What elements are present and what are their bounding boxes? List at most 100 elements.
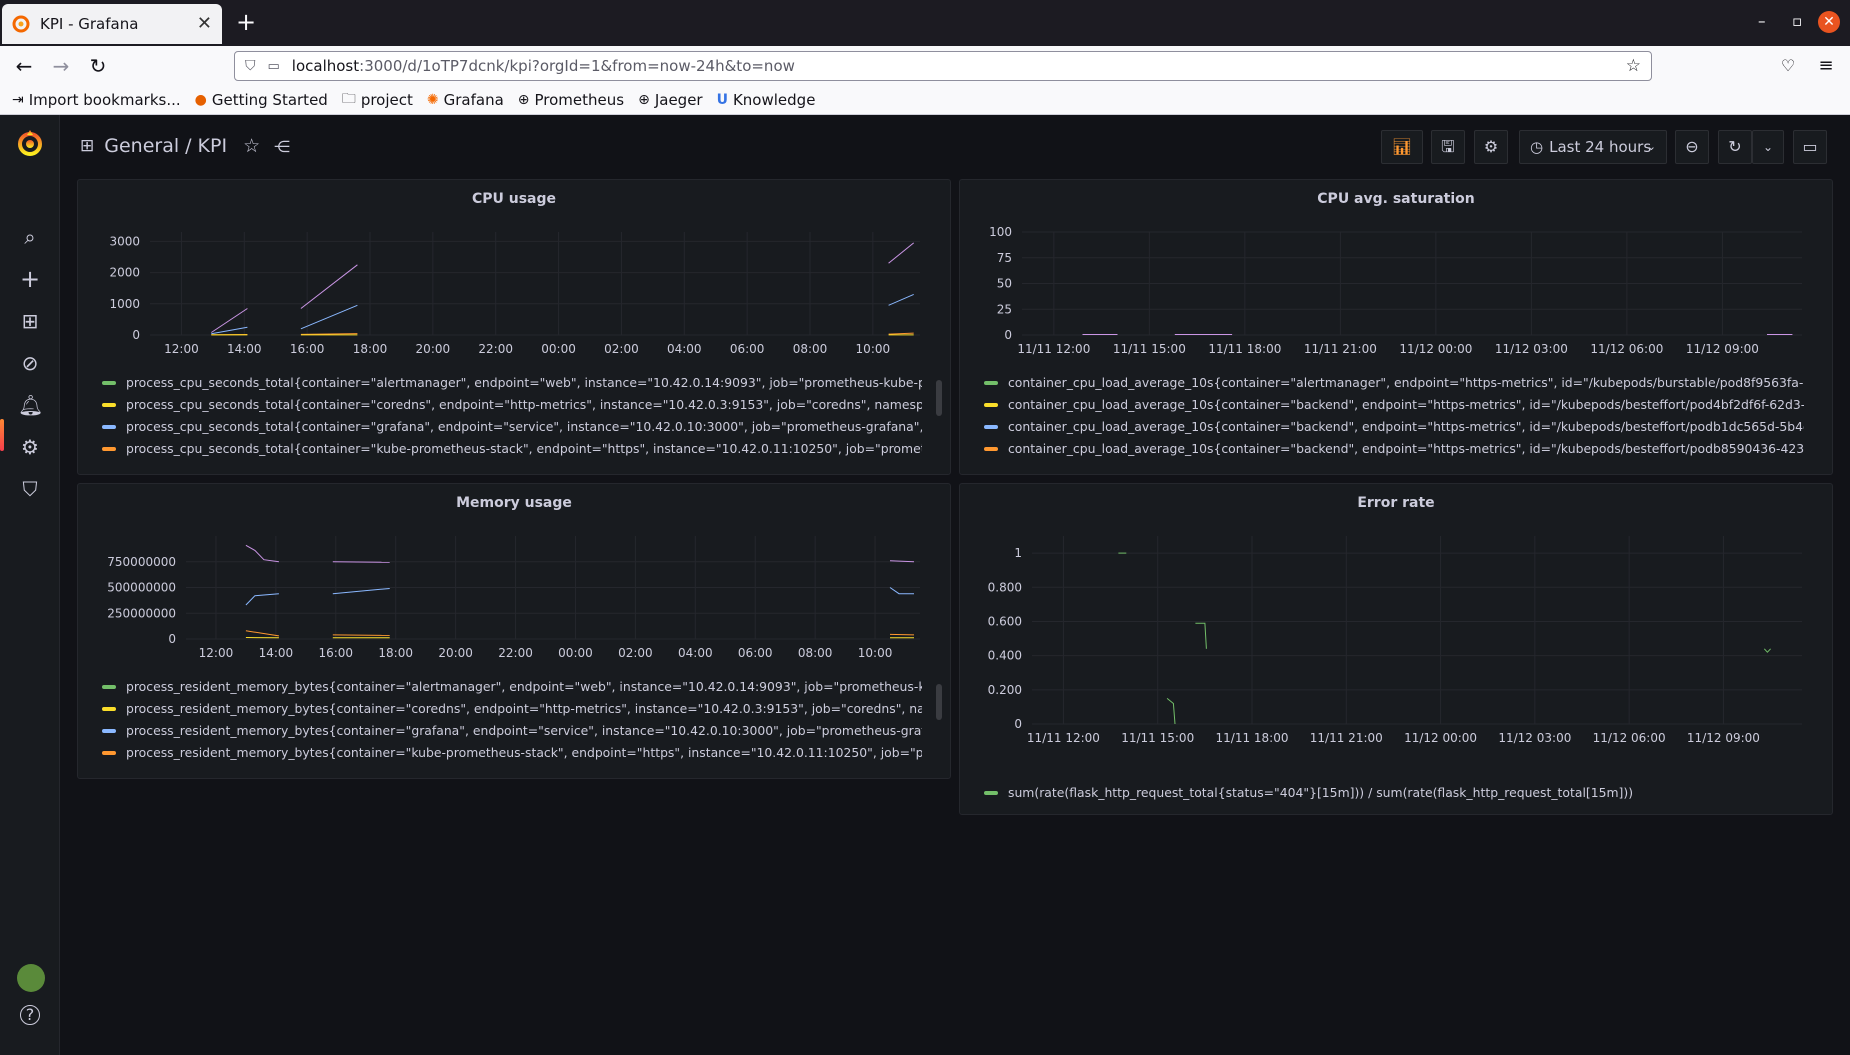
- app-menu-icon[interactable]: ≡: [1814, 54, 1838, 78]
- page-icon: ▭: [267, 58, 280, 74]
- clock-icon: ◷: [1530, 138, 1544, 156]
- create-icon[interactable]: +: [18, 267, 42, 291]
- time-picker-button[interactable]: ◷ Last 24 hours ⌄: [1519, 130, 1667, 164]
- y-tick-label: 100: [989, 225, 1012, 239]
- alerting-icon[interactable]: 🔔︎: [18, 393, 43, 417]
- configuration-icon[interactable]: ⚙: [18, 435, 42, 459]
- search-icon[interactable]: ⌕: [18, 225, 42, 249]
- avatar[interactable]: [17, 964, 45, 992]
- x-tick-label: 11/11 21:00: [1304, 342, 1377, 356]
- refresh-interval-dropdown[interactable]: ⌄: [1752, 130, 1784, 164]
- x-tick-label: 11/11 12:00: [1017, 342, 1090, 356]
- bookmark-grafana[interactable]: ✺ Grafana: [427, 91, 504, 109]
- restore-icon[interactable]: ▫: [1792, 12, 1802, 30]
- zoom-out-button[interactable]: ⊖: [1675, 130, 1709, 164]
- legend-item[interactable]: process_resident_memory_bytes{container=…: [102, 742, 922, 764]
- legend-item[interactable]: process_cpu_seconds_total{container="kub…: [102, 438, 922, 460]
- panel-title[interactable]: Memory usage: [78, 495, 950, 511]
- legend-item[interactable]: process_resident_memory_bytes{container=…: [102, 698, 922, 720]
- x-tick-label: 11/12 09:00: [1687, 731, 1760, 745]
- series-swatch: [102, 707, 116, 711]
- forward-icon[interactable]: →: [49, 54, 73, 78]
- bookmark-knowledge[interactable]: U Knowledge: [717, 91, 816, 109]
- save-dashboard-button[interactable]: 🖫: [1431, 130, 1465, 164]
- x-tick-label: 11/12 00:00: [1399, 342, 1472, 356]
- series-line: [245, 630, 279, 637]
- legend-item[interactable]: container_cpu_load_average_10s{container…: [984, 372, 1804, 394]
- legend-scrollbar[interactable]: [936, 684, 942, 720]
- x-tick-label: 20:00: [416, 342, 451, 356]
- bookmark-getting-started[interactable]: ● Getting Started: [195, 91, 328, 109]
- time-range-label: Last 24 hours: [1549, 138, 1652, 156]
- panel-title[interactable]: Error rate: [960, 495, 1832, 511]
- active-indicator: [0, 419, 4, 451]
- url-host: localhost: [291, 57, 360, 75]
- legend-item[interactable]: process_cpu_seconds_total{container="gra…: [102, 416, 922, 438]
- bookmark-import[interactable]: ⇥ Import bookmarks...: [12, 91, 181, 109]
- legend-item[interactable]: sum(rate(flask_http_request_total{status…: [984, 782, 1804, 804]
- close-tab-icon[interactable]: ✕: [197, 13, 212, 34]
- window-close-icon[interactable]: ✕: [1818, 11, 1840, 33]
- bookmark-star-icon[interactable]: ☆: [1626, 56, 1641, 76]
- y-tick-label: 0: [1004, 328, 1012, 342]
- cpu-saturation-chart: 0 25 50 75 100 11/11 12:00 11/11 15:00 11/11 18…: [989, 225, 1802, 356]
- panel-title[interactable]: CPU avg. saturation: [960, 191, 1832, 207]
- help-icon[interactable]: ?: [20, 1005, 40, 1025]
- minimize-icon[interactable]: –: [1758, 12, 1766, 30]
- pocket-icon[interactable]: ♡: [1776, 54, 1800, 78]
- grafana-logo-icon[interactable]: [15, 128, 45, 158]
- tab-title: KPI - Grafana: [40, 15, 139, 33]
- tv-mode-button[interactable]: ▭: [1793, 130, 1827, 164]
- bookmark-prometheus[interactable]: ⊕ Prometheus: [518, 91, 624, 109]
- url-bar[interactable]: ⛉ ▭ localhost:3000/d/1oTP7dcnk/kpi?orgId…: [234, 51, 1652, 81]
- star-icon[interactable]: ☆: [243, 135, 260, 157]
- cpu-usage-legend: process_cpu_seconds_total{container="ale…: [102, 372, 922, 460]
- series-line: [300, 304, 358, 330]
- share-icon[interactable]: ⋲: [274, 137, 290, 156]
- series-line: [211, 308, 248, 333]
- legend-item[interactable]: process_cpu_seconds_total{container="ale…: [102, 372, 922, 394]
- legend-item[interactable]: process_resident_memory_bytes{container=…: [102, 720, 922, 742]
- panel-error-rate[interactable]: Error rate 0 0.200 0.400 0.600 0.800 1 11/11 1…: [959, 483, 1833, 815]
- legend-scrollbar[interactable]: [936, 380, 942, 416]
- dashboard-toolbar: ⊞ General / KPI ☆ ⋲ 📊︎ 🖫 ⚙ ◷ Last 24 hour…: [60, 115, 1850, 179]
- legend-item[interactable]: process_resident_memory_bytes{container=…: [102, 676, 922, 698]
- x-tick-label: 11/12 00:00: [1404, 731, 1477, 745]
- x-tick-label: 11/12 03:00: [1498, 731, 1571, 745]
- chevron-down-icon: ⌄: [1646, 140, 1656, 153]
- folder-icon: 🗀: [341, 90, 356, 107]
- panel-cpu-usage[interactable]: CPU usage 0 1000 2000 3000 12:00 14:00 16:00 18…: [77, 179, 951, 475]
- server-admin-shield-icon[interactable]: ⛉: [18, 477, 42, 501]
- reload-icon[interactable]: ↻: [86, 54, 110, 78]
- panel-title[interactable]: CPU usage: [78, 191, 950, 207]
- x-tick-label: 20:00: [438, 646, 473, 660]
- error-rate-chart: 0 0.200 0.400 0.600 0.800 1 11/11 12:00 11/11 1…: [988, 536, 1802, 745]
- legend-item[interactable]: container_cpu_load_average_10s{container…: [984, 394, 1804, 416]
- y-tick-label: 500000000: [107, 581, 176, 595]
- y-tick-label: 75: [997, 251, 1012, 265]
- dashboard-settings-button[interactable]: ⚙: [1474, 130, 1508, 164]
- breadcrumb-folder[interactable]: General: [104, 135, 179, 157]
- dashboard-grid-icon: ⊞: [80, 136, 95, 156]
- y-tick-label: 0: [132, 328, 140, 342]
- legend-item[interactable]: container_cpu_load_average_10s{container…: [984, 438, 1804, 460]
- x-tick-label: 08:00: [798, 646, 833, 660]
- dashboards-icon[interactable]: ⊞: [18, 309, 42, 333]
- explore-icon[interactable]: ⊘: [18, 351, 42, 375]
- back-icon[interactable]: ←: [12, 54, 36, 78]
- panel-cpu-saturation[interactable]: CPU avg. saturation 0 25 50 75 100 11/11 12:0…: [959, 179, 1833, 475]
- browser-tab[interactable]: KPI - Grafana ✕: [2, 4, 222, 44]
- y-tick-label: 0.600: [988, 614, 1022, 628]
- refresh-button[interactable]: ↻: [1718, 130, 1752, 164]
- series-line: [332, 588, 390, 595]
- bookmark-project[interactable]: 🗀 project: [342, 88, 413, 112]
- new-tab-icon[interactable]: +: [236, 10, 256, 34]
- bookmark-jaeger[interactable]: ⊕ Jaeger: [638, 91, 703, 109]
- legend-item[interactable]: process_cpu_seconds_total{container="cor…: [102, 394, 922, 416]
- page-title[interactable]: KPI: [198, 135, 228, 157]
- panel-memory-usage[interactable]: Memory usage 0 250000000 500000000 75000000…: [77, 483, 951, 779]
- y-tick-label: 0: [1014, 717, 1022, 731]
- legend-item[interactable]: container_cpu_load_average_10s{container…: [984, 416, 1804, 438]
- add-panel-button[interactable]: 📊︎: [1381, 130, 1423, 164]
- series-swatch: [102, 685, 116, 689]
